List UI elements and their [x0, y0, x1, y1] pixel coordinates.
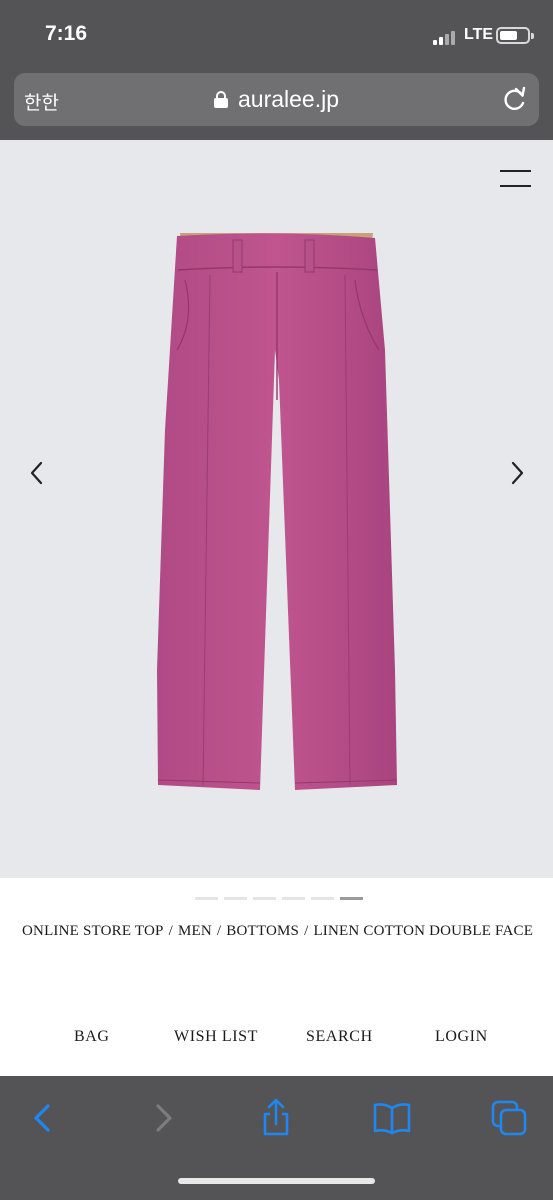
url-display[interactable]: auralee.jp	[14, 86, 539, 113]
battery-icon	[496, 27, 534, 44]
address-bar[interactable]: 한한 auralee.jp	[14, 73, 539, 126]
share-icon[interactable]	[256, 1098, 296, 1138]
breadcrumb-separator: /	[168, 923, 173, 939]
home-indicator	[178, 1178, 375, 1184]
lock-icon	[213, 91, 228, 108]
reload-icon[interactable]	[502, 86, 528, 112]
wish-list-link[interactable]: WISH LIST	[174, 1028, 258, 1046]
forward-icon[interactable]	[142, 1098, 182, 1138]
web-page: ONLINE STORE TOP / MEN / BOTTOMS / LINEN COTTO…	[0, 140, 553, 1076]
footer-nav: BAG WISH LIST SEARCH LOGIN	[0, 1028, 553, 1052]
bag-link[interactable]: BAG	[74, 1028, 110, 1046]
breadcrumb-item-online-store-top[interactable]: ONLINE STORE TOP	[22, 923, 164, 939]
breadcrumb-item-bottoms[interactable]: BOTTOMS	[226, 923, 299, 939]
chevron-right-icon[interactable]	[507, 458, 527, 488]
status-bar: 7:16 LTE	[0, 0, 553, 70]
breadcrumb-separator: /	[304, 923, 309, 939]
product-photo	[157, 233, 398, 790]
breadcrumb: ONLINE STORE TOP / MEN / BOTTOMS / LINEN COTTO…	[22, 923, 533, 940]
carousel-dot[interactable]	[281, 897, 305, 900]
search-link[interactable]: SEARCH	[306, 1028, 373, 1046]
breadcrumb-item-current: LINEN COTTON DOUBLE FACE	[313, 923, 534, 939]
network-type: LTE	[464, 26, 494, 43]
product-image-carousel[interactable]	[0, 140, 553, 878]
carousel-dot[interactable]	[252, 897, 276, 900]
tabs-icon[interactable]	[489, 1098, 529, 1138]
breadcrumb-separator: /	[216, 923, 222, 939]
back-icon[interactable]	[24, 1098, 64, 1138]
browser-toolbar	[0, 1076, 553, 1200]
breadcrumb-item-men[interactable]: MEN	[178, 923, 212, 939]
carousel-indicator	[0, 897, 553, 901]
carousel-dot[interactable]	[339, 897, 363, 900]
carousel-dot[interactable]	[310, 897, 334, 900]
status-time: 7:16	[45, 22, 88, 45]
menu-icon[interactable]	[500, 170, 531, 188]
login-link[interactable]: LOGIN	[435, 1028, 488, 1046]
bookmarks-icon[interactable]	[372, 1098, 412, 1138]
carousel-dot[interactable]	[223, 897, 247, 900]
signal-icon	[433, 29, 459, 45]
carousel-dot[interactable]	[194, 897, 218, 900]
url-text: auralee.jp	[237, 86, 340, 112]
chevron-left-icon[interactable]	[27, 458, 47, 488]
